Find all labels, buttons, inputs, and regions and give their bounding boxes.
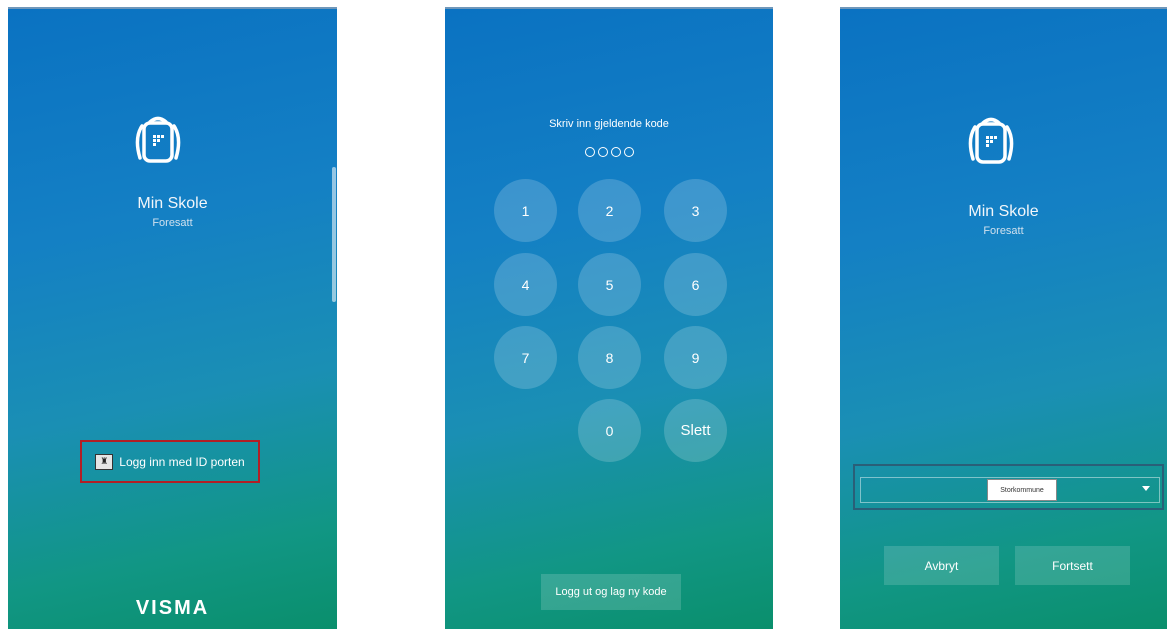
key-5[interactable]: 5 bbox=[578, 253, 641, 316]
scrollbar[interactable] bbox=[332, 167, 336, 302]
backpack-logo-icon bbox=[961, 111, 1021, 171]
cancel-button[interactable]: Avbryt bbox=[884, 546, 999, 585]
logout-new-code-button[interactable]: Logg ut og lag ny kode bbox=[541, 574, 681, 610]
app-subtitle: Foresatt bbox=[152, 217, 193, 229]
pin-indicator bbox=[445, 147, 773, 157]
app-title: Min Skole bbox=[137, 195, 208, 212]
key-0[interactable]: 0 bbox=[578, 399, 641, 462]
chevron-down-icon[interactable] bbox=[1142, 486, 1150, 491]
login-id-porten-button[interactable]: ♜ Logg inn med ID porten bbox=[80, 440, 260, 483]
continue-button[interactable]: Fortsett bbox=[1015, 546, 1130, 585]
app-title: Min Skole bbox=[968, 203, 1039, 220]
key-2[interactable]: 2 bbox=[578, 179, 641, 242]
pin-dot bbox=[610, 147, 621, 157]
visma-logo: VISMA bbox=[135, 597, 210, 619]
municipality-select-highlight: Storkommune bbox=[853, 464, 1164, 510]
key-9[interactable]: 9 bbox=[664, 326, 727, 389]
top-divider bbox=[8, 7, 337, 9]
key-7[interactable]: 7 bbox=[494, 326, 557, 389]
pin-dot bbox=[597, 147, 608, 157]
key-6[interactable]: 6 bbox=[664, 253, 727, 316]
login-screen: Min Skole Foresatt ♜ Logg inn med ID por… bbox=[8, 7, 337, 629]
app-subtitle: Foresatt bbox=[983, 225, 1024, 237]
municipality-screen: Min Skole Foresatt Storkommune Avbryt Fo… bbox=[840, 7, 1167, 629]
top-divider bbox=[445, 7, 773, 9]
id-porten-icon: ♜ bbox=[95, 453, 114, 470]
backpack-logo-icon bbox=[128, 110, 188, 170]
top-divider bbox=[840, 7, 1167, 9]
key-1[interactable]: 1 bbox=[494, 179, 557, 242]
key-3[interactable]: 3 bbox=[664, 179, 727, 242]
municipality-selected-value[interactable]: Storkommune bbox=[987, 479, 1057, 501]
delete-key[interactable]: Slett bbox=[664, 399, 727, 462]
pin-dot bbox=[584, 147, 595, 157]
pin-title: Skriv inn gjeldende kode bbox=[549, 118, 669, 130]
key-8[interactable]: 8 bbox=[578, 326, 641, 389]
key-4[interactable]: 4 bbox=[494, 253, 557, 316]
pin-dot bbox=[623, 147, 634, 157]
login-button-label: Logg inn med ID porten bbox=[119, 454, 245, 469]
pin-screen: Skriv inn gjeldende kode 1 2 3 4 5 6 7 8… bbox=[445, 7, 773, 629]
